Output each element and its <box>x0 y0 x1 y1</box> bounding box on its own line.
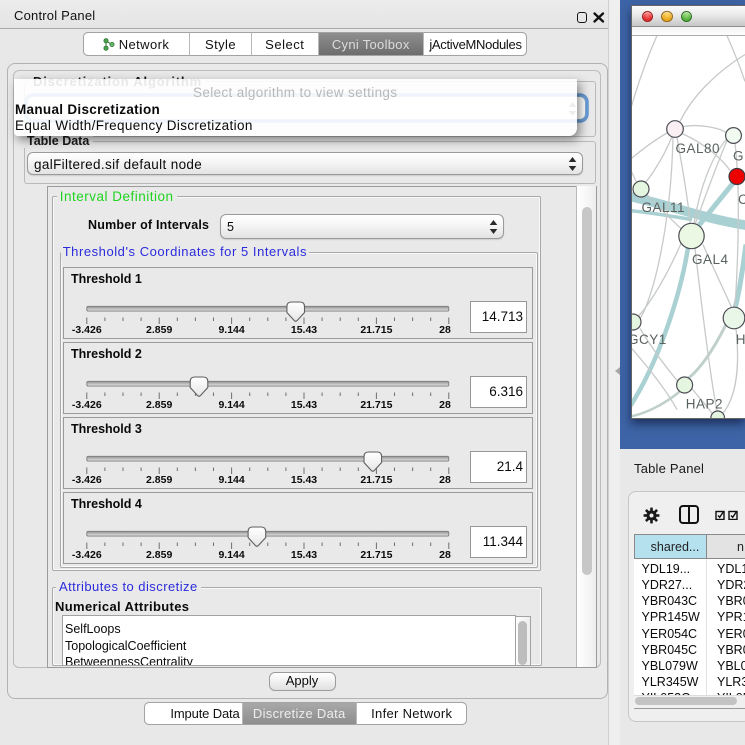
svg-text:GAL11: GAL11 <box>642 200 686 215</box>
svg-text:GAL4: GAL4 <box>692 252 729 267</box>
svg-text:H: H <box>736 332 745 347</box>
svg-text:G.: G. <box>733 149 745 164</box>
svg-text:GCY1: GCY1 <box>632 332 667 347</box>
svg-text:C.: C. <box>738 192 745 207</box>
svg-text:HAP2: HAP2 <box>686 396 723 411</box>
svg-text:GAL80: GAL80 <box>676 141 721 156</box>
